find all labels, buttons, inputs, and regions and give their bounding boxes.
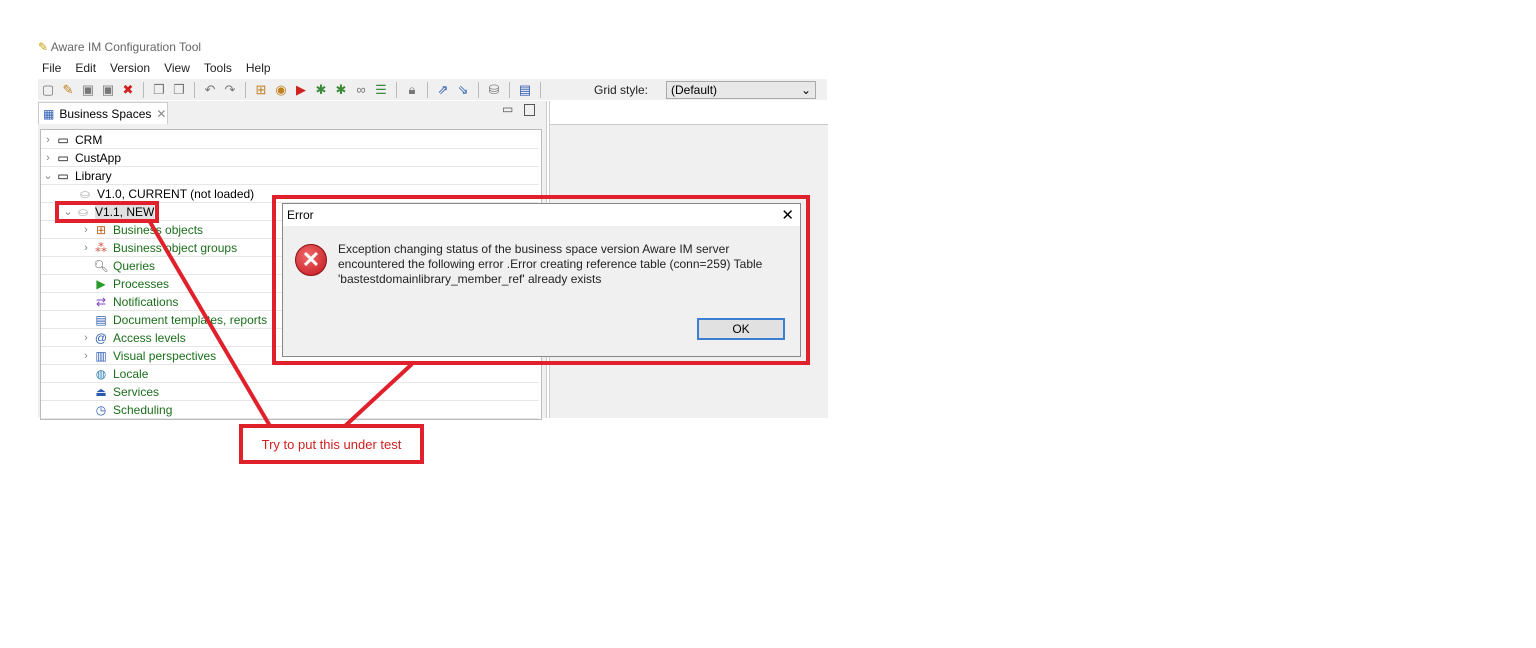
annotation-text: Try to put this under test <box>261 436 402 452</box>
annotation-lines <box>148 220 414 428</box>
annotation-callout: Try to put this under test <box>239 424 424 464</box>
annotation-line-1 <box>148 220 272 428</box>
annotation-line-2 <box>343 362 414 428</box>
